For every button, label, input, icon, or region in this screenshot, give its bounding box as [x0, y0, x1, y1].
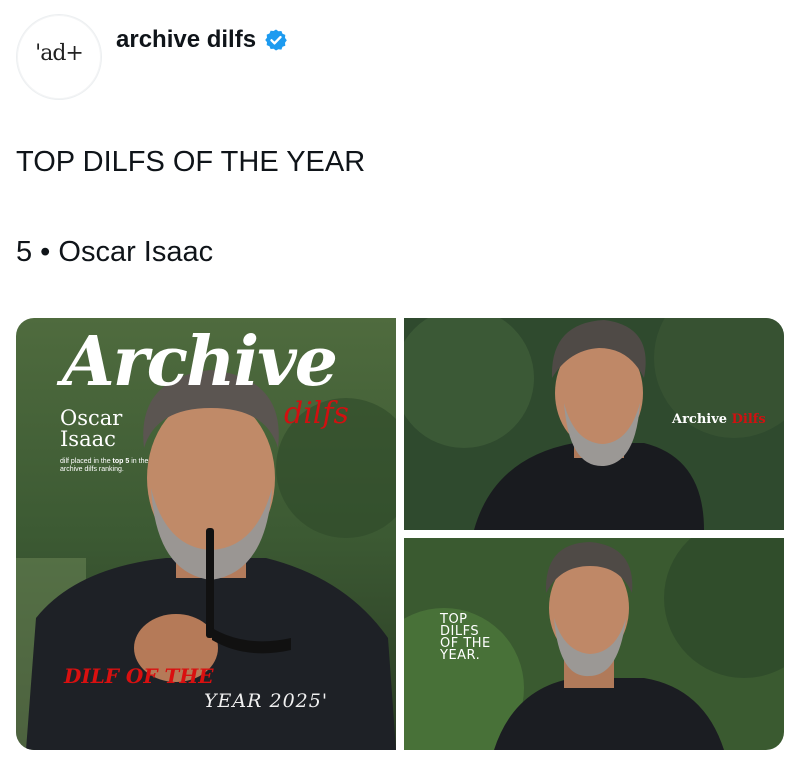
cover-blurb-bold: top 5 — [112, 458, 130, 465]
tweet-text-title: TOP DILFS OF THE YEAR — [16, 146, 366, 178]
watermark-right: Dilfs — [731, 412, 766, 427]
watermark-brand: Archive Dilfs — [672, 412, 766, 427]
cover-banner-red: DILF OF THE — [64, 664, 214, 688]
media-grid: Archive dilfs Oscar Isaac dilf placed in… — [16, 318, 784, 750]
cover-banner-year: YEAR 2025' — [204, 690, 329, 712]
tweet-header: 'ad+ archive dilfs — [16, 14, 776, 104]
cover-title: Archive — [62, 322, 338, 402]
tweet-text-ranking: 5 • Oscar Isaac — [16, 236, 214, 268]
media-image-top-right[interactable]: Archive Dilfs — [404, 318, 784, 530]
account-name-row: archive dilfs — [116, 26, 288, 54]
media-image-cover[interactable]: Archive dilfs Oscar Isaac dilf placed in… — [16, 318, 396, 750]
overlay-text: TOP DILFS OF THE YEAR. — [440, 612, 491, 663]
cover-name: Oscar Isaac — [60, 406, 123, 451]
cover-blurb-pre: dilf placed in the — [60, 458, 113, 465]
media-image-bottom-right[interactable]: TOP DILFS OF THE YEAR. — [404, 538, 784, 750]
display-name[interactable]: archive dilfs — [116, 26, 256, 54]
avatar-logo-text: 'ad+ — [35, 41, 84, 66]
verified-badge-icon — [265, 29, 287, 51]
avatar[interactable]: 'ad+ — [16, 14, 102, 100]
watermark-left: Archive — [672, 412, 728, 427]
cover-subtitle: dilfs — [284, 396, 349, 431]
cover-blurb: dilf placed in the top 5 in the archive … — [60, 458, 160, 474]
